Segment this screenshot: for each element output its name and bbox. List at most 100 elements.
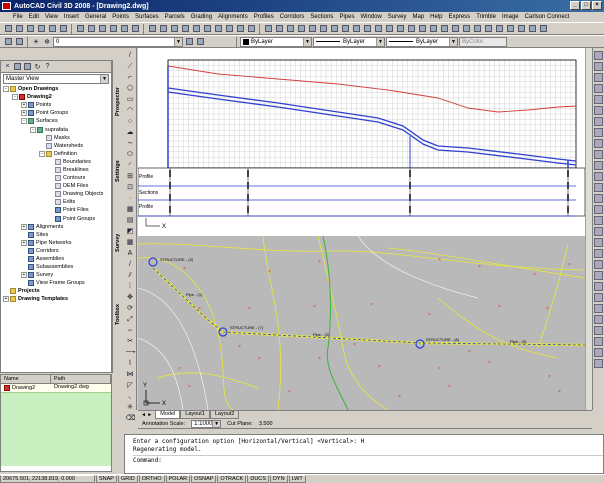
tree-node-watersheds[interactable]: Watersheds [3,142,111,150]
section-icon[interactable] [351,24,361,34]
ellipse-arc-icon[interactable]: ◜ [126,161,135,170]
visual-style-icon[interactable] [450,24,460,34]
tree-node-breaklines[interactable]: Breaklines [3,166,111,174]
camera-icon[interactable] [494,24,504,34]
tree-node-point-groups[interactable]: Point Groups [3,215,111,223]
break-icon[interactable]: ⌇ [126,359,135,368]
corridor-icon[interactable] [329,24,339,34]
tree-node-suprafata[interactable]: - suprafata [3,125,111,133]
menu-window[interactable]: Window [357,14,384,20]
list-view-icon[interactable] [23,62,32,71]
extend-icon[interactable]: ⟶ [126,348,136,357]
point-icon[interactable]: · [126,194,135,203]
paste-icon[interactable] [97,24,107,34]
tree-node-dem-files[interactable]: DEM Files [3,182,111,190]
plot-preview-icon[interactable] [47,24,57,34]
menu-parcels[interactable]: Parcels [162,14,188,20]
autocad-app-icon[interactable] [2,2,11,10]
tree-node-points[interactable]: + Points [3,101,111,109]
stretch-icon[interactable]: ⇔ [126,326,135,335]
make-block-icon[interactable]: ⊡ [126,183,135,192]
menu-profiles[interactable]: Profiles [251,14,277,20]
toggle-otrack[interactable]: OTRACK [217,475,247,483]
toggle-dyn[interactable]: DYN [269,475,288,483]
view-selector-dropdown[interactable]: Master View ▼ [3,74,109,84]
leader-icon[interactable] [594,304,603,313]
parcel-icon[interactable] [373,24,383,34]
menu-survey[interactable]: Survey [385,14,410,20]
center-mark-icon[interactable] [594,326,603,335]
tab-prospector[interactable]: Prospector [114,68,122,134]
menu-grading[interactable]: Grading [188,14,215,20]
dim-continue-icon[interactable] [594,293,603,302]
stretch-icon[interactable] [594,139,603,148]
list-item[interactable]: Drawing2 Drawing2.dwg [1,384,111,392]
undo-icon[interactable] [119,24,129,34]
layer-previous-icon[interactable] [195,37,205,47]
tab-toolbox[interactable]: Toolbox [114,282,122,348]
toggle-osnap[interactable]: OSNAP [191,475,217,483]
move-icon[interactable] [594,106,603,115]
multiline-text-icon[interactable]: A [126,249,135,258]
tree-node-open-drawings[interactable]: - Open Drawings [3,85,111,93]
tree-node-edits[interactable]: Edits [3,198,111,206]
tree-node-subassemblies[interactable]: Subassemblies [3,263,111,271]
trim-icon[interactable] [594,150,603,159]
fillet-icon[interactable]: ◟ [126,392,135,401]
tree-node-boundaries[interactable]: Boundaries [3,158,111,166]
menu-sections[interactable]: Sections [307,14,336,20]
cut-icon[interactable] [75,24,85,34]
zoom-realtime-icon[interactable] [158,24,168,34]
dim-update-icon[interactable] [594,348,603,357]
copy-icon[interactable] [86,24,96,34]
light-bulb-icon[interactable]: ☀ [31,37,41,47]
offset-icon[interactable]: ⫽ [126,271,135,280]
coordinate-readout[interactable]: 20675.501, 22138.819, 0.000 [0,475,95,483]
polygon-icon[interactable]: ⬠ [126,84,135,93]
break-icon[interactable] [594,183,603,192]
menu-file[interactable]: File [10,14,26,20]
menu-alignments[interactable]: Alignments [215,14,251,20]
explode-icon[interactable] [594,227,603,236]
refresh-icon[interactable]: ↻ [33,62,42,71]
rotate-icon[interactable]: ⟳ [126,304,135,313]
linetype-dropdown[interactable]: ByLayer ▼ [313,36,385,47]
chamfer-icon[interactable]: ◸ [126,381,135,390]
scale-icon[interactable]: ⤢ [126,315,135,324]
layer-dropdown[interactable]: 0 ▼ [53,36,183,47]
tree-node-contours[interactable]: Contours [3,174,111,182]
tree-node-assemblies[interactable]: Assemblies [3,255,111,263]
move-icon[interactable]: ✥ [126,293,135,302]
break-at-point-icon[interactable] [594,172,603,181]
layer-manager-icon[interactable] [3,37,13,47]
menu-carlson-connect[interactable]: Carlson Connect [522,14,573,20]
tree-node-alignments[interactable]: + Alignments [3,223,111,231]
tolerance-icon[interactable] [594,315,603,324]
erase-icon[interactable]: ⌫ [126,414,136,423]
expand-icon[interactable]: + [21,110,27,117]
open-icon[interactable] [14,24,24,34]
spline-icon[interactable]: ∼ [126,139,135,148]
menu-insert[interactable]: Insert [61,14,82,20]
zoom-window-icon[interactable] [169,24,179,34]
query-icon[interactable] [395,24,405,34]
maximize-button[interactable]: □ [581,1,591,10]
material-icon[interactable] [483,24,493,34]
lineweight-dropdown[interactable]: ByLayer ▼ [386,36,458,47]
collapse-icon[interactable]: - [12,94,18,101]
mirror-icon[interactable] [594,73,603,82]
dim-radius-icon[interactable] [594,260,603,269]
hatch-icon[interactable]: ▦ [126,205,135,214]
light-icon[interactable] [472,24,482,34]
polyline-icon[interactable]: ⌐ [126,73,135,82]
menu-view[interactable]: View [42,14,61,20]
3d-orbit-icon[interactable] [527,24,537,34]
expand-icon[interactable]: + [21,223,27,230]
color-dropdown[interactable]: ByLayer ▼ [240,36,312,47]
tab-layout1[interactable]: Layout1 [180,411,210,419]
profile-icon[interactable] [318,24,328,34]
rectangle-icon[interactable]: ▭ [126,95,135,104]
pan-icon[interactable] [147,24,157,34]
rotate-icon[interactable] [594,117,603,126]
column-header-name[interactable]: Name [1,375,51,383]
